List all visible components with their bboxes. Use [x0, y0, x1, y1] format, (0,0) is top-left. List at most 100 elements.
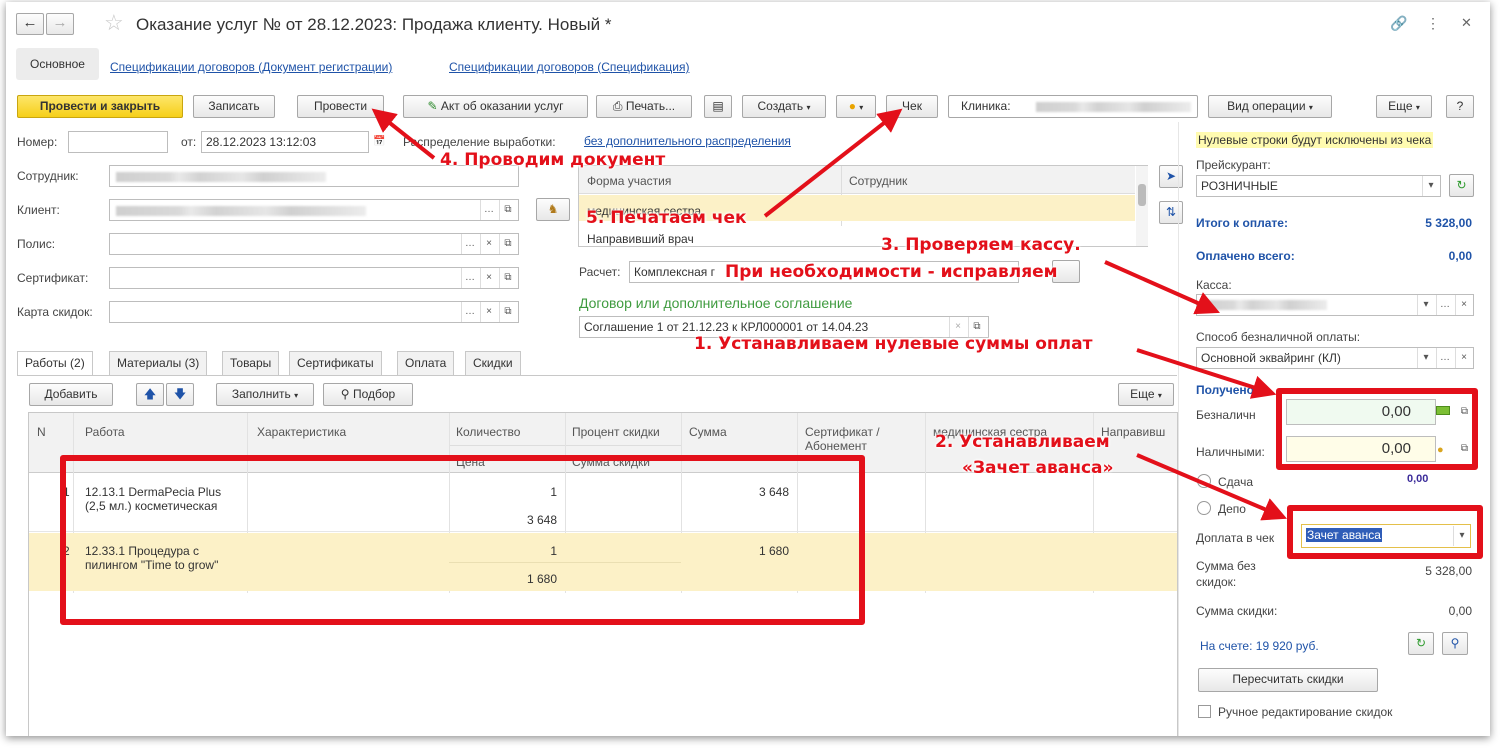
noncash-label: Безналичн	[1196, 408, 1256, 422]
tab-contract-specs[interactable]: Спецификации договоров (Спецификация)	[449, 60, 689, 74]
client-card-button[interactable]: ♞	[536, 198, 570, 221]
tab-discounts[interactable]: Скидки	[465, 351, 521, 375]
tab-goods[interactable]: Товары	[222, 351, 280, 375]
open-icon[interactable]: ⧉	[499, 200, 516, 220]
search-balance-button[interactable]: ⚲	[1442, 632, 1468, 655]
ellipsis-icon[interactable]: …	[461, 268, 478, 288]
report-icon: ▤	[712, 99, 724, 113]
print-button[interactable]: ⎙ Печать...	[596, 95, 692, 118]
ellipsis-icon[interactable]: …	[480, 200, 497, 220]
policy-field[interactable]	[109, 233, 519, 255]
open-icon[interactable]: ⧉	[499, 234, 516, 254]
ellipsis-icon[interactable]: …	[1436, 295, 1453, 315]
annotation-box-payment-amounts	[1276, 388, 1478, 470]
chevron-down-icon[interactable]: ▾	[1422, 176, 1439, 196]
number-field[interactable]	[68, 131, 168, 153]
discount-card-field[interactable]	[109, 301, 519, 323]
clinic-value-redacted	[1036, 102, 1191, 112]
col-discount-percent: Процент скидки	[572, 425, 660, 439]
clinic-label: Клиника:	[961, 99, 1011, 113]
col-certificate: Сертификат / Абонемент	[805, 425, 880, 453]
table-more-button[interactable]: Еще ▾	[1118, 383, 1174, 406]
annotation-step-3-line1: 3. Проверяем кассу.	[881, 235, 1081, 255]
ellipsis-icon[interactable]: …	[1436, 348, 1453, 368]
star-icon[interactable]: ☆	[104, 10, 124, 36]
tab-main[interactable]: Основное	[16, 48, 99, 80]
open-icon[interactable]: ⧉	[499, 302, 516, 322]
move-up-button[interactable]: ➤	[1159, 165, 1183, 188]
chevron-down-icon[interactable]: ▾	[1417, 295, 1434, 315]
calendar-icon[interactable]: 📅	[371, 132, 388, 152]
clear-icon[interactable]: ×	[1455, 295, 1472, 315]
manual-edit-checkbox[interactable]	[1198, 705, 1211, 718]
create-button[interactable]: Создать ▾	[742, 95, 826, 118]
clear-icon[interactable]: ×	[480, 268, 497, 288]
back-button[interactable]: ←	[16, 13, 44, 35]
post-button[interactable]: Провести	[297, 95, 384, 118]
change-value: 0,00	[1407, 473, 1429, 485]
sum-wo-discount-value: 5 328,00	[1425, 564, 1472, 578]
operation-type-button[interactable]: Вид операции ▾	[1208, 95, 1332, 118]
refresh-balance-button[interactable]: ↻	[1408, 632, 1434, 655]
discount-card-label: Карта скидок:	[17, 305, 93, 319]
more-vertical-icon[interactable]: ⋮	[1426, 15, 1440, 32]
more-button[interactable]: Еще ▾	[1376, 95, 1432, 118]
fill-label: Заполнить	[231, 387, 291, 401]
fill-button[interactable]: Заполнить ▾	[216, 383, 314, 406]
info-icon: ●	[848, 99, 856, 113]
pick-button[interactable]: ⚲ Подбор	[323, 383, 413, 406]
deposit-radio[interactable]	[1197, 501, 1211, 515]
change-label: Сдача	[1218, 475, 1254, 489]
ellipsis-icon[interactable]: …	[461, 234, 478, 254]
manual-edit-label: Ручное редактирование скидок	[1218, 705, 1393, 719]
right-panel-divider	[1178, 122, 1179, 736]
refresh-pricelist-button[interactable]: ↻	[1449, 174, 1474, 197]
act-button[interactable]: ✎ Акт об оказании услуг	[403, 95, 588, 118]
move-down-row-button[interactable]: 🡇	[166, 383, 194, 406]
tab-contract-specs-registration[interactable]: Спецификации договоров (Документ регистр…	[110, 60, 392, 74]
account-balance: На счете: 19 920 руб.	[1200, 639, 1319, 653]
scrollbar-thumb[interactable]	[1138, 184, 1146, 206]
date-field[interactable]: 28.12.2023 13:12:03	[201, 131, 369, 153]
search-icon: ⚲	[1450, 636, 1460, 650]
total-value: 5 328,00	[1425, 216, 1472, 230]
distribution-link[interactable]: без дополнительного распределения	[584, 134, 791, 148]
help-button[interactable]: ?	[1446, 95, 1474, 118]
clear-icon[interactable]: ×	[1455, 348, 1472, 368]
table-more-label: Еще	[1130, 387, 1155, 401]
participation-row-referrer[interactable]: Направивший врач	[587, 232, 694, 246]
swap-button[interactable]: ⇅	[1159, 201, 1183, 224]
open-icon[interactable]: ⧉	[499, 268, 516, 288]
search-list-icon: ⚲	[340, 387, 350, 401]
link-icon[interactable]: 🔗	[1390, 15, 1407, 32]
discount-sum-label: Сумма скидки:	[1196, 604, 1278, 618]
chevron-down-icon[interactable]: ▾	[1417, 348, 1434, 368]
clear-icon[interactable]: ×	[480, 302, 497, 322]
clear-icon[interactable]: ×	[480, 234, 497, 254]
tab-works[interactable]: Работы (2)	[17, 351, 93, 376]
certificate-field[interactable]	[109, 267, 519, 289]
recalculate-discounts-button[interactable]: Пересчитать скидки	[1198, 668, 1378, 692]
receipt-button[interactable]: Чек	[886, 95, 938, 118]
pricelist-field[interactable]: РОЗНИЧНЫЕ	[1196, 175, 1441, 197]
post-and-close-button[interactable]: Провести и закрыть	[17, 95, 183, 118]
ellipsis-icon[interactable]: …	[461, 302, 478, 322]
save-button[interactable]: Записать	[193, 95, 275, 118]
forward-button[interactable]: →	[46, 13, 74, 35]
add-button[interactable]: Добавить	[29, 383, 113, 406]
operation-label: Вид операции	[1227, 99, 1306, 113]
close-icon[interactable]: ✕	[1461, 15, 1472, 31]
noncash-method-label: Способ безналичной оплаты:	[1196, 330, 1361, 344]
tab-materials[interactable]: Материалы (3)	[109, 351, 208, 375]
tab-payment[interactable]: Оплата	[397, 351, 455, 375]
move-up-row-button[interactable]: 🡅	[136, 383, 164, 406]
contract-heading: Договор или дополнительное соглашение	[579, 295, 853, 311]
chevron-down-icon: ▾	[1308, 103, 1313, 112]
scrollbar[interactable]	[1136, 166, 1148, 246]
tab-certificates[interactable]: Сертификаты	[289, 351, 382, 375]
change-radio[interactable]	[1197, 474, 1211, 488]
annotation-step-3-line2: При необходимости - исправляем	[725, 262, 1058, 282]
annotation-box-surcharge	[1287, 505, 1483, 559]
info-button[interactable]: ● ▾	[836, 95, 876, 118]
report-icon-button[interactable]: ▤	[704, 95, 732, 118]
